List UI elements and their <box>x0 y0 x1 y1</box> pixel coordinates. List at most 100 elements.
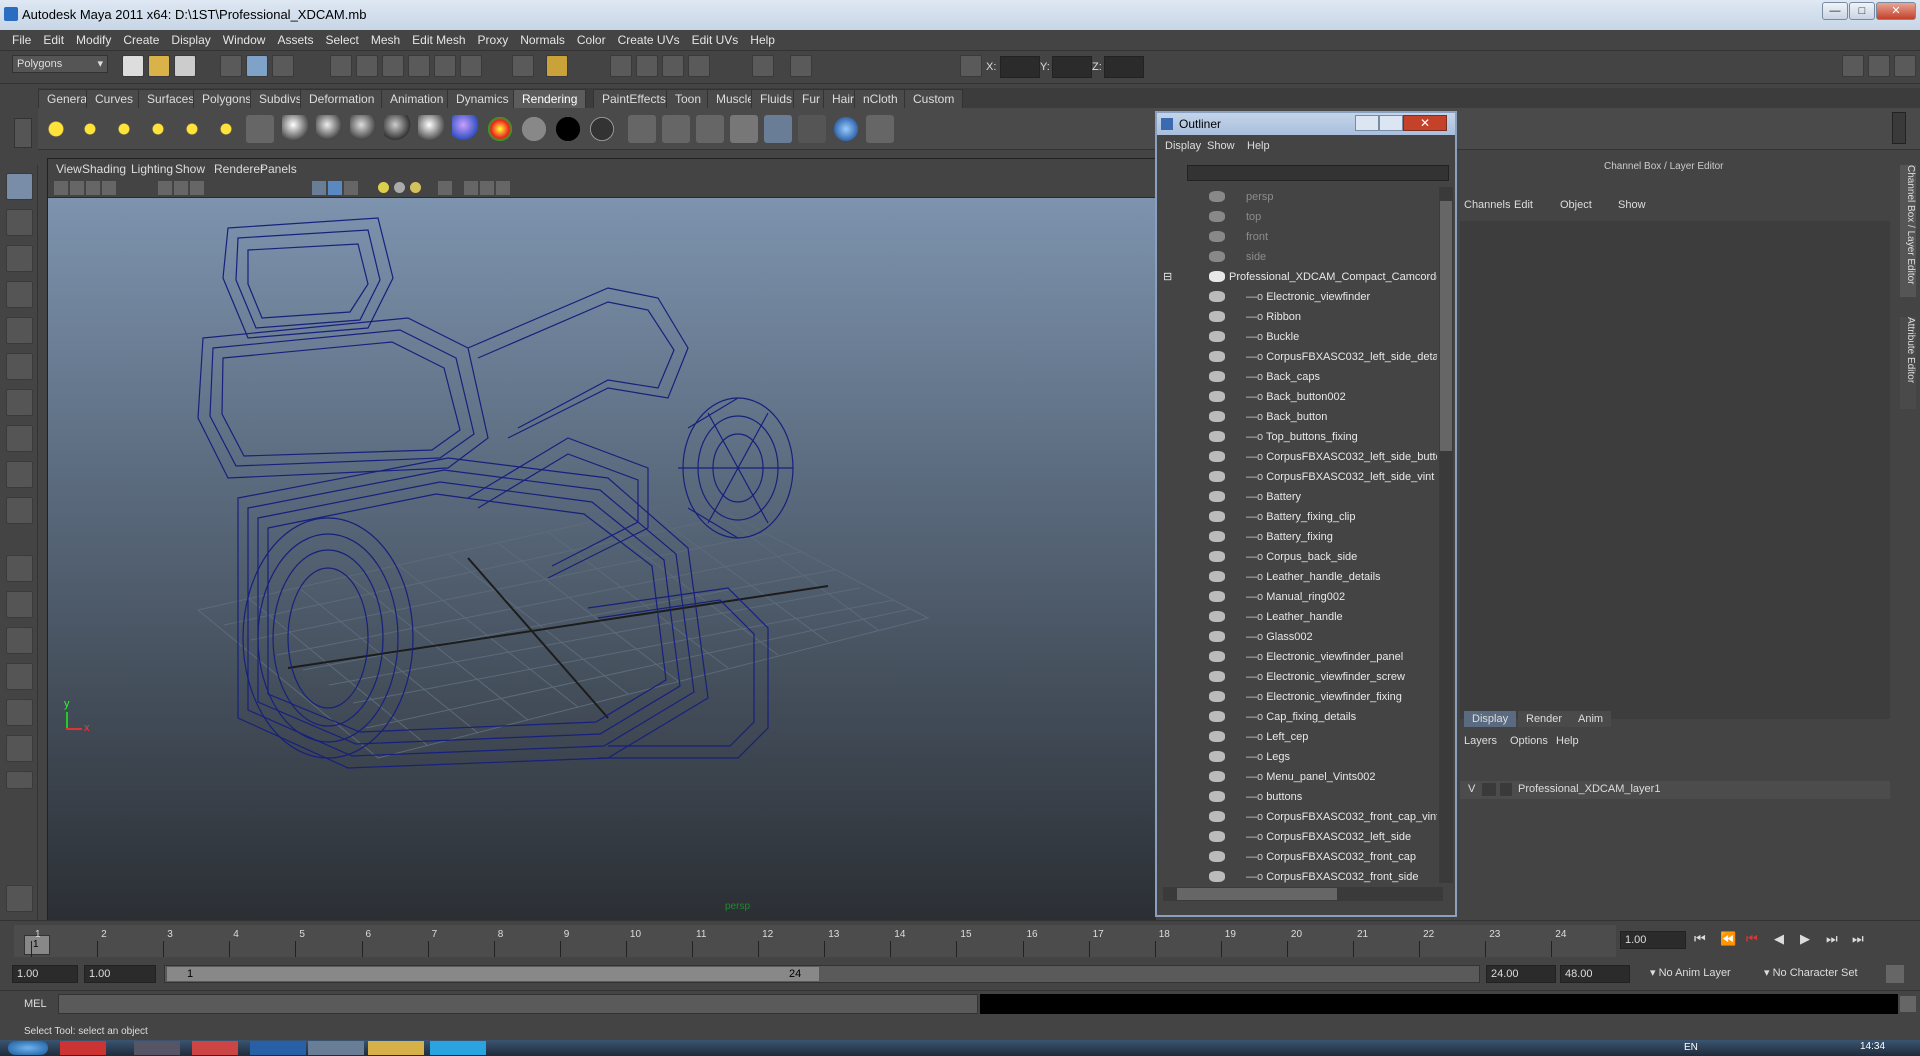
camera-icon[interactable] <box>246 115 274 143</box>
single-perspective-layout-icon[interactable] <box>6 555 33 582</box>
command-language-label[interactable]: MEL <box>24 998 47 1010</box>
default-light-icon[interactable] <box>378 182 389 193</box>
outliner-item[interactable]: Ribbon <box>1157 307 1437 327</box>
go-to-end-icon[interactable]: ⏭ <box>1852 931 1864 947</box>
open-scene-icon[interactable] <box>148 55 170 77</box>
layer-tab-display[interactable]: Display <box>1464 711 1517 727</box>
outliner-menu-display[interactable]: Display <box>1165 140 1201 152</box>
close-button[interactable]: ✕ <box>1876 2 1916 20</box>
outliner-item[interactable]: Back_caps <box>1157 367 1437 387</box>
hypershade-shelf-icon[interactable] <box>764 115 792 143</box>
layout-menu-icon[interactable] <box>6 771 33 789</box>
hypershade-layout-icon[interactable] <box>6 699 33 726</box>
outliner-item[interactable]: Top_buttons_fixing <box>1157 427 1437 447</box>
render-layer-icon[interactable] <box>798 115 826 143</box>
last-tool-icon[interactable] <box>6 497 33 524</box>
shelf-tab-dynamics[interactable]: Dynamics <box>447 89 518 108</box>
side-tab-channel-box[interactable]: Channel Box / Layer Editor <box>1900 165 1916 297</box>
graph-editor-layout-icon[interactable] <box>6 735 33 762</box>
menu-display[interactable]: Display <box>165 33 216 47</box>
manipulator-tool-icon[interactable] <box>6 389 33 416</box>
range-handle[interactable]: 1 24 <box>167 967 819 981</box>
layer-color-swatch[interactable] <box>1500 783 1512 796</box>
shader-anisotropic-icon[interactable] <box>418 115 446 143</box>
all-lights-icon[interactable] <box>394 182 405 193</box>
rotate-tool-icon[interactable] <box>6 317 33 344</box>
toggle-tool-settings-icon[interactable] <box>1868 55 1890 77</box>
anim-layer-dropdown[interactable]: ▾ No Anim Layer <box>1646 965 1756 983</box>
menu-normals[interactable]: Normals <box>514 33 571 47</box>
select-camera-icon[interactable] <box>54 181 68 195</box>
textured-icon[interactable] <box>344 181 358 195</box>
outliner-item[interactable]: buttons <box>1157 787 1437 807</box>
render-settings-icon[interactable] <box>662 55 684 77</box>
outliner-horizontal-scrollbar[interactable] <box>1163 887 1443 901</box>
new-scene-icon[interactable] <box>122 55 144 77</box>
step-back-key-icon[interactable]: ⏮ <box>1746 931 1758 947</box>
animation-end-field[interactable]: 48.00 <box>1560 965 1630 983</box>
shader-phonge-icon[interactable] <box>384 115 412 143</box>
clock[interactable]: 14:34 <box>1860 1041 1885 1052</box>
outliner-menu-show[interactable]: Show <box>1207 140 1235 152</box>
quick-layout-icon[interactable] <box>6 885 33 912</box>
time-ruler[interactable]: 1 1 2 3 4 5 6 7 8 9 10 11 12 13 14 15 16 17 18 19 20 21 22 23 2… <box>14 925 1616 957</box>
outliner-item[interactable]: Corpus_back_side <box>1157 547 1437 567</box>
transform-mode-icon[interactable] <box>960 55 982 77</box>
playback-start-field[interactable]: 1.00 <box>84 965 156 983</box>
outliner-item-camera[interactable]: persp <box>1157 187 1437 207</box>
outliner-item[interactable]: Electronic_viewfinder_fixing <box>1157 687 1437 707</box>
ramp-texture-icon[interactable] <box>486 115 514 143</box>
layer-tab-render[interactable]: Render <box>1518 711 1571 727</box>
auto-key-icon[interactable] <box>1886 965 1904 983</box>
menu-select[interactable]: Select <box>319 33 364 47</box>
ui-elements-icon[interactable] <box>496 181 510 195</box>
viewport-menu-lighting[interactable]: Lighting <box>131 162 173 176</box>
shelf-tab-toon[interactable]: Toon <box>666 89 711 108</box>
shelf-tab-deformation[interactable]: Deformation <box>300 89 384 108</box>
outliner-item-camera[interactable]: side <box>1157 247 1437 267</box>
outliner-item[interactable]: Legs <box>1157 747 1437 767</box>
menu-assets[interactable]: Assets <box>271 33 319 47</box>
four-view-layout-icon[interactable] <box>6 591 33 618</box>
hypershade-icon[interactable] <box>688 55 710 77</box>
maya-taskbar-icon[interactable] <box>308 1041 364 1055</box>
script-editor-icon[interactable] <box>1900 996 1916 1012</box>
outliner-item[interactable]: Electronic_viewfinder <box>1157 287 1437 307</box>
menu-edit-mesh[interactable]: Edit Mesh <box>406 33 471 47</box>
soft-mod-tool-icon[interactable] <box>6 425 33 452</box>
mental-ray-icon[interactable] <box>832 115 860 143</box>
layer-visibility-toggle[interactable]: V <box>1468 783 1475 795</box>
grid-icon[interactable] <box>158 181 172 195</box>
layer-tab-anim[interactable]: Anim <box>1570 711 1612 727</box>
time-slider[interactable]: 1 1 2 3 4 5 6 7 8 9 10 11 12 13 14 15 16 17 18 19 20 21 22 23 2… <box>0 920 1920 960</box>
channel-box-menu-channels[interactable]: Channels <box>1464 199 1510 211</box>
go-to-start-icon[interactable]: ⏮ <box>1694 931 1706 947</box>
render-current-frame-icon[interactable] <box>610 55 632 77</box>
save-scene-icon[interactable] <box>174 55 196 77</box>
playback-end-field[interactable]: 24.00 <box>1486 965 1556 983</box>
outliner-item[interactable]: Electronic_viewfinder_screw <box>1157 667 1437 687</box>
lock-icon[interactable] <box>546 55 568 77</box>
menu-help[interactable]: Help <box>744 33 781 47</box>
menu-proxy[interactable]: Proxy <box>472 33 515 47</box>
use-background-icon[interactable] <box>554 115 582 143</box>
outliner-item[interactable]: CorpusFBXASC032_left_side_buttons <box>1157 447 1437 467</box>
outliner-filter-field[interactable] <box>1187 165 1449 181</box>
menu-set-dropdown[interactable]: Polygons ▾ <box>12 55 108 73</box>
snap-curve-icon[interactable] <box>356 55 378 77</box>
snap-point-icon[interactable] <box>382 55 404 77</box>
move-tool-icon[interactable] <box>6 281 33 308</box>
outliner-window[interactable]: Outliner ✕ Display Show Help persp top front… <box>1155 111 1457 917</box>
viewport-menu-show[interactable]: Show <box>175 162 205 176</box>
outliner-item[interactable]: CorpusFBXASC032_left_side_vint <box>1157 467 1437 487</box>
snap-view-plane-icon[interactable] <box>408 55 430 77</box>
shader-ramp-icon[interactable] <box>452 115 480 143</box>
menu-create[interactable]: Create <box>117 33 165 47</box>
menu-modify[interactable]: Modify <box>70 33 117 47</box>
outliner-item[interactable]: Glass002 <box>1157 627 1437 647</box>
step-back-icon[interactable]: ⏪ <box>1720 931 1736 947</box>
character-set-dropdown[interactable]: ▾ No Character Set <box>1760 965 1880 983</box>
shelf-tab-animation[interactable]: Animation <box>381 89 453 108</box>
outliner-item[interactable]: CorpusFBXASC032_front_cap <box>1157 847 1437 867</box>
directional-light-icon[interactable] <box>76 115 104 143</box>
